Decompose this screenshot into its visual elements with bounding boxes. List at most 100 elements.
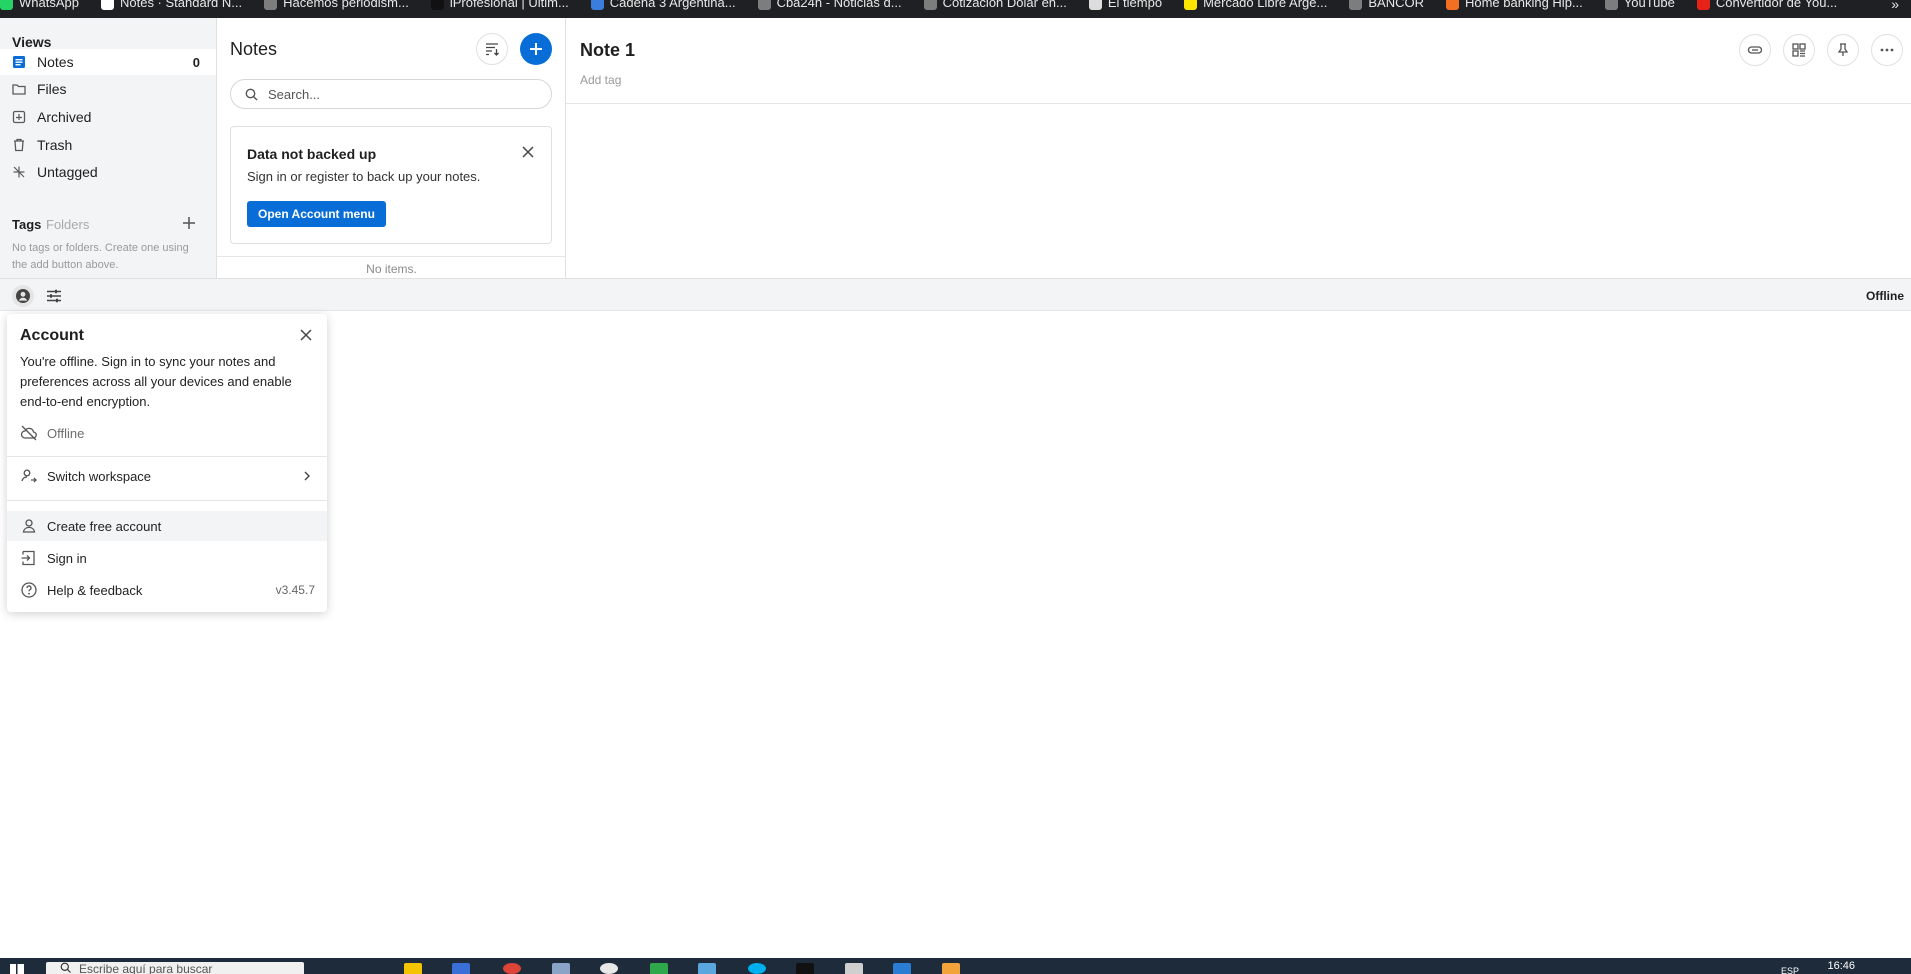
close-icon[interactable]	[521, 145, 535, 159]
bookmark-item[interactable]: Cadena 3 Argentina...	[590, 0, 736, 12]
cloud-off-icon	[20, 425, 37, 441]
help-icon	[21, 582, 37, 598]
sidebar-item-archived[interactable]: Archived	[0, 104, 216, 130]
bookmark-item[interactable]: Notes · Standard N...	[100, 0, 243, 12]
paperclip-icon	[1747, 46, 1763, 54]
sidebar-item-files[interactable]: Files	[0, 76, 216, 102]
sidebar-item-trash[interactable]: Trash	[0, 132, 216, 158]
taskbar-search-text: Escribe aquí para buscar	[79, 962, 213, 974]
sidebar-item-label: Files	[37, 81, 67, 97]
file-explorer-icon[interactable]	[404, 963, 422, 974]
app-icon[interactable]	[698, 963, 716, 974]
preferences-icon[interactable]	[45, 287, 63, 305]
calculator-icon[interactable]	[650, 963, 668, 974]
note-title[interactable]: Note 1	[580, 40, 635, 61]
sidebar-item-label: Untagged	[37, 164, 98, 180]
bookmark-label: YouTube	[1623, 0, 1675, 10]
bookmark-label: Cadena 3 Argentina...	[609, 0, 736, 10]
app-icon[interactable]	[600, 963, 618, 974]
tags-heading: Tags	[12, 217, 42, 232]
pin-button[interactable]	[1827, 34, 1859, 66]
close-icon[interactable]	[299, 328, 313, 342]
backup-notice: Data not backed up Sign in or register t…	[230, 126, 552, 244]
folders-toggle[interactable]: Folders	[46, 217, 89, 232]
windows-start-icon[interactable]	[10, 964, 24, 974]
bookmark-label: Convertidor de You...	[1715, 0, 1838, 10]
bookmark-item[interactable]: BANCOR	[1349, 0, 1424, 12]
help-label: Help & feedback	[47, 582, 143, 598]
folder-icon	[12, 84, 26, 95]
search-box[interactable]	[230, 79, 552, 109]
items-panel: Notes Data not backed up Sign in or regi…	[217, 18, 566, 278]
account-menu-title: Account	[20, 327, 84, 344]
attach-button[interactable]	[1739, 34, 1771, 66]
layout-icon	[1792, 43, 1806, 57]
untagged-icon	[13, 166, 25, 178]
divider	[7, 500, 327, 501]
bookmark-favicon-icon	[1445, 0, 1459, 10]
bookmark-item[interactable]: YouTube	[1604, 0, 1675, 12]
bookmark-item[interactable]: Cba24n - Noticias d...	[757, 0, 902, 12]
add-note-button[interactable]	[520, 33, 552, 65]
bookmark-item[interactable]: WhatsApp	[0, 0, 79, 12]
bookmark-item[interactable]: iProfesional | Últim...	[430, 0, 569, 12]
app-version: v3.45.7	[275, 583, 315, 597]
taskbar-search[interactable]: Escribe aquí para buscar	[46, 962, 304, 974]
app-icon[interactable]	[942, 963, 960, 974]
help-feedback-item[interactable]: Help & feedback v3.45.7	[7, 575, 327, 605]
bookmark-label: Home banking Hip...	[1464, 0, 1583, 10]
chrome-icon[interactable]	[503, 963, 521, 974]
sidebar-item-untagged[interactable]: Untagged	[0, 159, 216, 185]
bookmark-item[interactable]: Mercado Libre Arge...	[1184, 0, 1327, 12]
notes-icon	[13, 56, 25, 68]
items-panel-title: Notes	[230, 39, 278, 59]
account-button[interactable]	[12, 285, 34, 307]
offline-label: Offline	[47, 425, 85, 441]
bookmark-item[interactable]: Hacemos periodism...	[264, 0, 409, 12]
search-input[interactable]	[268, 86, 528, 102]
switch-workspace-item[interactable]: Switch workspace	[7, 461, 327, 491]
clock[interactable]: 16:46	[1827, 960, 1855, 972]
pin-icon	[1837, 43, 1849, 56]
trash-icon	[14, 138, 24, 152]
empty-list-message: No items.	[217, 256, 566, 276]
user-icon	[22, 519, 36, 533]
more-options-button[interactable]	[1871, 34, 1903, 66]
bookmark-favicon-icon	[264, 0, 278, 10]
skype-icon[interactable]	[748, 963, 766, 974]
bookmark-favicon-icon	[1184, 0, 1198, 10]
sync-status: Offline	[1866, 289, 1904, 303]
views-heading: Views	[12, 34, 52, 50]
create-account-label: Create free account	[47, 518, 162, 534]
bookmark-favicon-icon	[923, 0, 937, 10]
create-account-item[interactable]: Create free account	[7, 511, 327, 541]
change-editor-button[interactable]	[1783, 34, 1815, 66]
add-tag-icon[interactable]	[181, 215, 197, 231]
language-indicator[interactable]: ESP	[1781, 966, 1799, 974]
add-tag-input[interactable]: Add tag	[580, 73, 621, 87]
bookmark-item[interactable]: Home banking Hip...	[1445, 0, 1583, 12]
open-account-menu-button[interactable]: Open Account menu	[247, 201, 386, 227]
sort-button[interactable]	[476, 33, 508, 65]
bookmark-item[interactable]: Cotización Dólar en...	[923, 0, 1067, 12]
bookmark-label: Notes · Standard N...	[119, 0, 243, 10]
bookmark-label: Cotización Dólar en...	[942, 0, 1067, 10]
bookmark-label: Mercado Libre Arge...	[1203, 0, 1328, 10]
sidebar-item-notes[interactable]: Notes 0	[0, 49, 216, 75]
sign-in-icon	[21, 550, 35, 566]
sign-in-item[interactable]: Sign in	[7, 543, 327, 573]
bookmarks-overflow-button[interactable]: »	[1891, 0, 1899, 12]
bookmark-favicon-icon	[1696, 0, 1710, 10]
tags-empty-message: No tags or folders. Create one using the…	[12, 242, 189, 271]
app-icon[interactable]	[552, 963, 570, 974]
bookmark-item[interactable]: El tiempo	[1088, 0, 1162, 12]
settings-icon[interactable]	[845, 963, 863, 974]
bookmark-item[interactable]: Convertidor de You...	[1696, 0, 1838, 12]
workspace-icon	[21, 469, 37, 483]
vscode-icon[interactable]	[893, 963, 911, 974]
notes-count: 0	[192, 54, 200, 70]
search-icon	[60, 962, 71, 973]
app-icon[interactable]	[452, 963, 470, 974]
search-icon	[245, 88, 258, 100]
terminal-icon[interactable]	[796, 963, 814, 974]
